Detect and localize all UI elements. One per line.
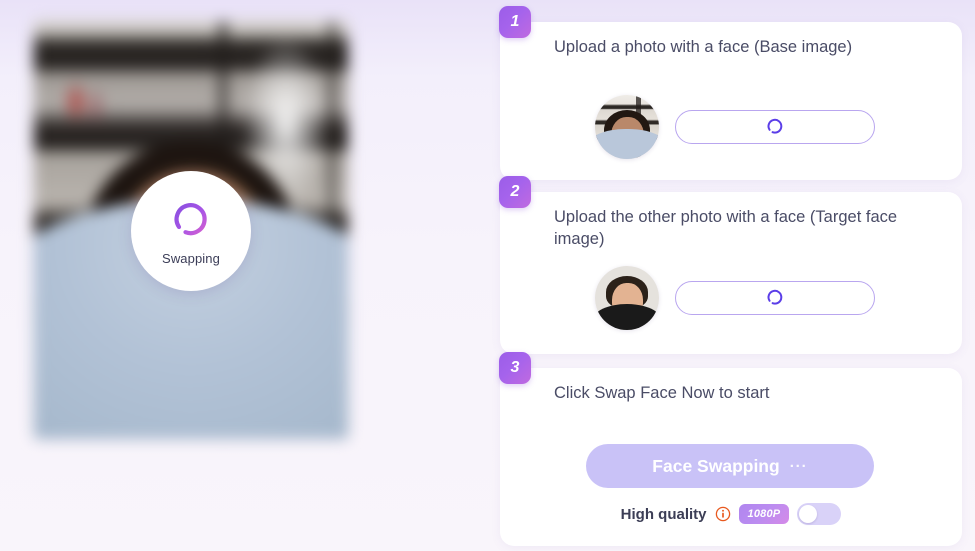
- high-quality-label: High quality: [620, 505, 707, 523]
- high-quality-row: High quality 1080P: [500, 503, 962, 525]
- step-title-3: Click Swap Face Now to start: [554, 384, 770, 402]
- resolution-badge: 1080P: [738, 504, 790, 524]
- step-badge-3: 3: [499, 352, 531, 384]
- avatar[interactable]: [595, 95, 659, 159]
- loading-spinner-icon: [767, 289, 783, 305]
- loading-spinner-icon: [174, 202, 207, 235]
- avatar[interactable]: [595, 266, 659, 330]
- steps-column: 1 Upload a photo with a face (Base image…: [499, 0, 975, 551]
- step-title-1: Upload a photo with a face (Base image): [554, 38, 853, 56]
- face-swapping-label: Face Swapping: [652, 455, 780, 476]
- upload-target-face-button[interactable]: [675, 281, 875, 315]
- avatar-body: [595, 304, 659, 330]
- step-title-2: Upload the other photo with a face (Targ…: [554, 208, 898, 248]
- step-2-upload-row: [500, 266, 962, 330]
- preview-pane: Swapping: [0, 0, 470, 551]
- step-badge-2: 2: [499, 176, 531, 208]
- high-quality-toggle[interactable]: [797, 503, 842, 525]
- info-circle-icon[interactable]: [715, 506, 731, 522]
- swapping-status-label: Swapping: [162, 250, 220, 266]
- swapping-status-overlay: Swapping: [131, 171, 251, 291]
- avatar-body: [595, 129, 659, 159]
- step-1-upload-row: [500, 95, 962, 159]
- upload-base-image-button[interactable]: [675, 110, 875, 144]
- loading-spinner-icon: [767, 118, 783, 134]
- toggle-knob: [799, 505, 818, 523]
- step-card-1: 1 Upload a photo with a face (Base image…: [499, 6, 962, 180]
- step-card-3: 3 Click Swap Face Now to start Face Swap…: [499, 352, 962, 546]
- face-swapping-ellipsis: ···: [789, 457, 808, 475]
- step-badge-1: 1: [499, 6, 531, 38]
- face-swapping-button[interactable]: Face Swapping ···: [586, 444, 874, 488]
- step-card-2: 2 Upload the other photo with a face (Ta…: [499, 176, 962, 354]
